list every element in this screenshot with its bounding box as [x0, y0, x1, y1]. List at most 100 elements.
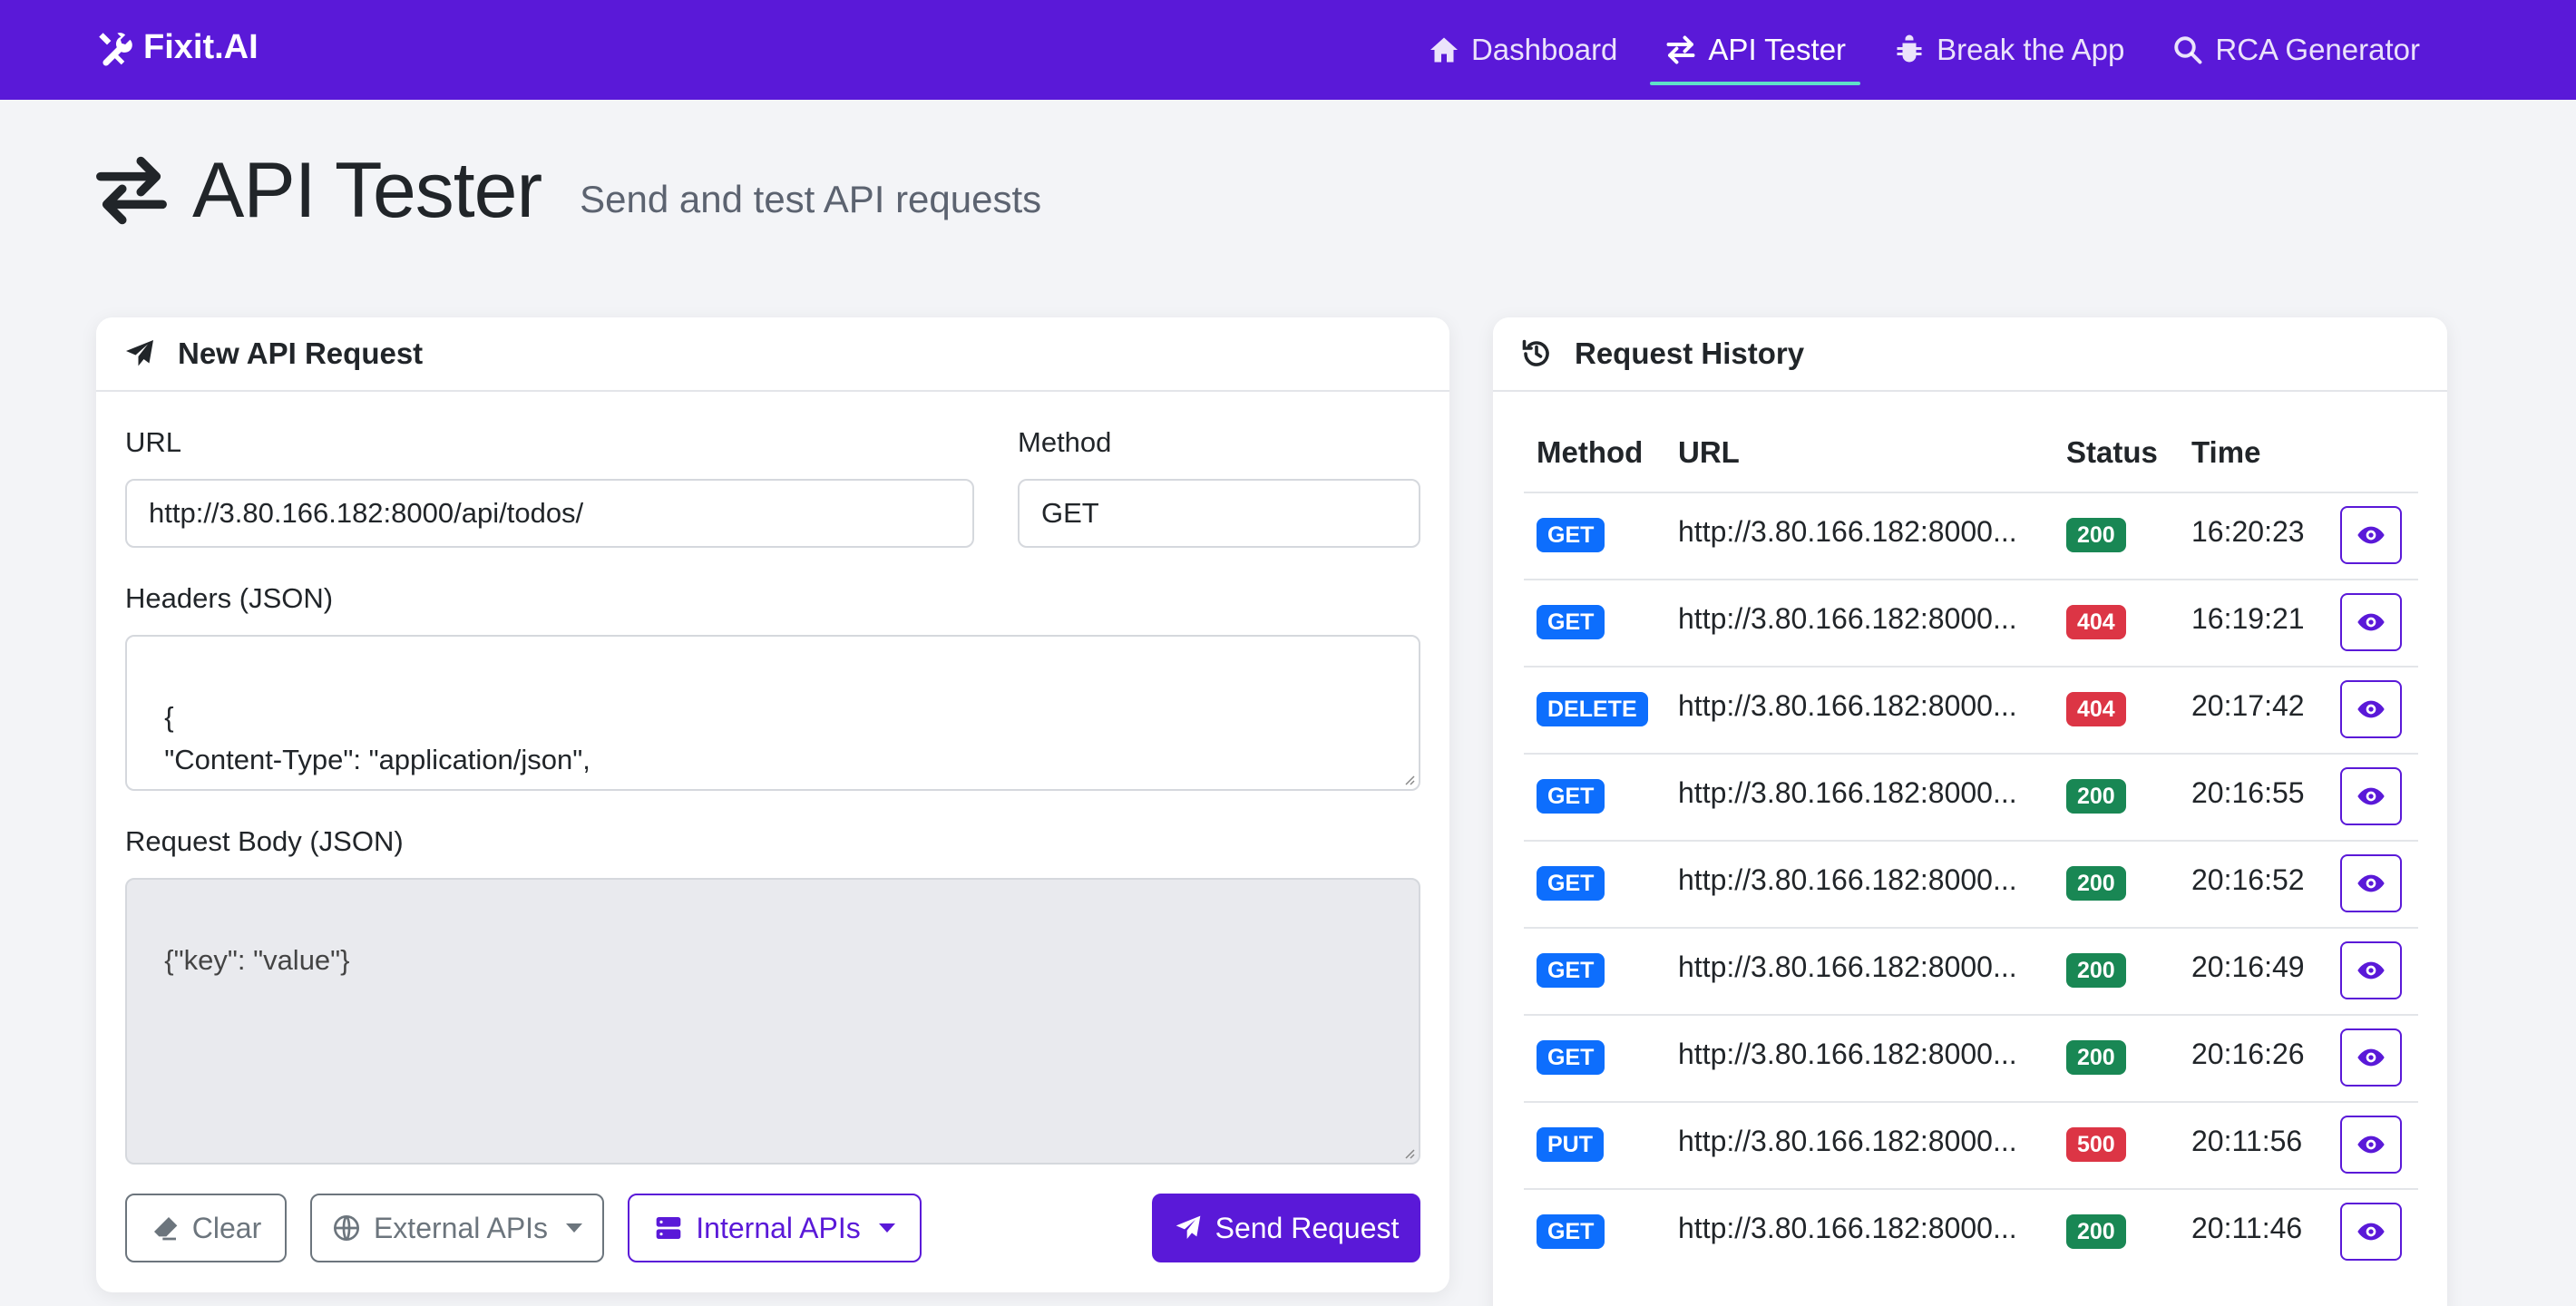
status-badge: 404 [2066, 692, 2126, 726]
bug-icon [1897, 34, 1922, 63]
method-badge: GET [1537, 953, 1605, 988]
view-details-button[interactable] [2340, 1203, 2402, 1261]
send-request-button[interactable]: Send Request [1152, 1194, 1420, 1262]
history-icon [1522, 339, 1549, 366]
history-time: 20:16:49 [2191, 950, 2305, 983]
view-details-button[interactable] [2340, 854, 2402, 912]
home-icon [1429, 37, 1458, 63]
view-details-button[interactable] [2340, 593, 2402, 651]
paper-plane-icon [1176, 1215, 1200, 1239]
internal-apis-dropdown[interactable]: Internal APIs [628, 1194, 922, 1262]
nav-label-break-the-app: Break the App [1937, 33, 2125, 66]
view-details-button[interactable] [2340, 506, 2402, 564]
nav-item-api-tester[interactable]: API Tester [1641, 0, 1869, 100]
history-url: http://3.80.166.182:8000... [1678, 776, 2017, 809]
brand-logo[interactable]: Fixit.AI [94, 25, 259, 69]
external-apis-dropdown[interactable]: External APIs [310, 1194, 604, 1262]
nav-label-dashboard: Dashboard [1470, 33, 1618, 66]
method-select[interactable]: GET [1018, 479, 1420, 548]
method-badge: PUT [1537, 1127, 1604, 1162]
eye-icon [2357, 526, 2385, 544]
page-subtitle: Send and test API requests [580, 178, 1042, 220]
method-badge: GET [1537, 1214, 1605, 1249]
nav-item-break-the-app[interactable]: Break the App [1869, 0, 2148, 100]
clear-button[interactable]: Clear [125, 1194, 287, 1262]
method-badge: GET [1537, 518, 1605, 552]
eye-icon [2357, 961, 2385, 980]
history-url: http://3.80.166.182:8000... [1678, 1038, 2017, 1070]
resize-grip-icon[interactable] [1402, 773, 1415, 785]
globe-icon [333, 1215, 359, 1241]
new-request-title: New API Request [178, 336, 424, 370]
history-url: http://3.80.166.182:8000... [1678, 689, 2017, 722]
history-time: 16:19:21 [2191, 602, 2305, 635]
nav-label-api-tester: API Tester [1708, 33, 1847, 66]
status-badge: 500 [2066, 1127, 2126, 1162]
eye-icon [2357, 1223, 2385, 1241]
method-badge: GET [1537, 866, 1605, 901]
tools-icon [99, 33, 132, 66]
new-request-header: New API Request [96, 317, 1449, 392]
resize-grip-icon[interactable] [1402, 1146, 1415, 1159]
status-badge: 200 [2066, 779, 2126, 814]
history-time: 20:11:46 [2191, 1212, 2303, 1244]
method-badge: GET [1537, 1040, 1605, 1075]
url-input[interactable]: http://3.80.166.182:8000/api/todos/ [125, 479, 974, 548]
external-apis-label: External APIs [373, 1211, 549, 1244]
eye-icon [2357, 1135, 2385, 1154]
page-title: API Tester [192, 146, 542, 234]
paper-plane-icon [126, 340, 153, 366]
column-header-method: Method [1537, 435, 1644, 469]
clear-label: Clear [191, 1211, 262, 1244]
page-header: API Tester Send and test API requests [94, 145, 1041, 236]
status-badge: 200 [2066, 1040, 2126, 1075]
eye-icon [2357, 1048, 2385, 1067]
url-label: URL [125, 426, 182, 458]
view-details-button[interactable] [2340, 767, 2402, 825]
column-header-status: Status [2066, 435, 2158, 469]
history-url: http://3.80.166.182:8000... [1678, 602, 2017, 635]
status-badge: 200 [2066, 866, 2126, 901]
headers-text: { "Content-Type": "application/json", "A… [164, 701, 590, 789]
headers-textarea[interactable]: { "Content-Type": "application/json", "A… [125, 635, 1420, 791]
body-text: {"key": "value"} [164, 944, 350, 976]
arrows-exchange-icon [96, 156, 167, 225]
nav-menu: Dashboard API Tester Break the App RCA G… [1404, 0, 2444, 100]
method-label: Method [1018, 426, 1112, 458]
history-time: 20:16:52 [2191, 863, 2305, 896]
history-url: http://3.80.166.182:8000... [1678, 950, 2017, 983]
body-textarea[interactable]: {"key": "value"} [125, 878, 1420, 1165]
nav-item-rca-generator[interactable]: RCA Generator [2148, 0, 2444, 100]
status-badge: 200 [2066, 1214, 2126, 1249]
history-time: 20:17:42 [2191, 689, 2305, 722]
status-badge: 200 [2066, 953, 2126, 988]
method-badge: DELETE [1537, 692, 1648, 726]
chevron-down-icon [566, 1223, 583, 1233]
view-details-button[interactable] [2340, 941, 2402, 999]
internal-apis-label: Internal APIs [696, 1211, 861, 1244]
request-history-header: Request History [1493, 317, 2447, 392]
body-label: Request Body (JSON) [125, 825, 404, 857]
send-request-label: Send Request [1215, 1211, 1400, 1244]
method-badge: GET [1537, 779, 1605, 814]
eye-icon [2357, 613, 2385, 631]
chevron-down-icon [878, 1223, 895, 1233]
server-icon [656, 1217, 681, 1239]
view-details-button[interactable] [2340, 680, 2402, 738]
nav-item-dashboard[interactable]: Dashboard [1404, 0, 1641, 100]
view-details-button[interactable] [2340, 1116, 2402, 1174]
brand-name: Fixit.AI [143, 27, 259, 66]
search-icon [2174, 36, 2202, 64]
history-url: http://3.80.166.182:8000... [1678, 515, 2017, 548]
top-navbar: Fixit.AI Dashboard API Tester Break the … [0, 0, 2576, 100]
history-url: http://3.80.166.182:8000... [1678, 863, 2017, 896]
history-url: http://3.80.166.182:8000... [1678, 1212, 2017, 1244]
history-time: 20:16:55 [2191, 776, 2305, 809]
history-url: http://3.80.166.182:8000... [1678, 1125, 2017, 1157]
column-header-time: Time [2191, 435, 2261, 469]
view-details-button[interactable] [2340, 1028, 2402, 1087]
column-header-url: URL [1678, 435, 1740, 469]
headers-label: Headers (JSON) [125, 582, 334, 614]
eraser-icon [153, 1217, 178, 1241]
eye-icon [2357, 787, 2385, 805]
